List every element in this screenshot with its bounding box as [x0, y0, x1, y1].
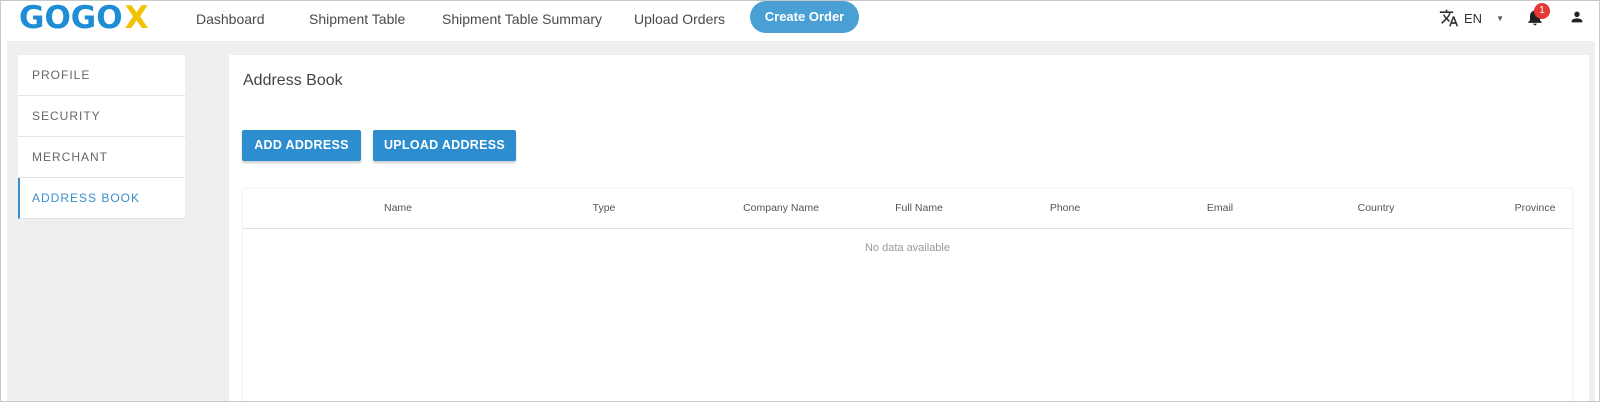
- column-header-name[interactable]: Name: [384, 202, 412, 214]
- column-header-email[interactable]: Email: [1207, 202, 1233, 214]
- user-icon[interactable]: [1569, 8, 1585, 26]
- nav-dashboard[interactable]: Dashboard: [196, 9, 265, 29]
- column-header-country[interactable]: Country: [1358, 202, 1395, 214]
- sidebar-item-profile[interactable]: PROFILE: [18, 55, 185, 96]
- nav-shipment-table-summary[interactable]: Shipment Table Summary: [442, 9, 602, 29]
- address-table: Name Type Company Name Full Name Phone E…: [243, 189, 1572, 401]
- translate-icon: [1439, 9, 1459, 27]
- upload-address-button[interactable]: UPLOAD ADDRESS: [373, 130, 516, 161]
- empty-table-message: No data available: [864, 242, 950, 254]
- column-header-company-name[interactable]: Company Name: [743, 202, 819, 214]
- column-header-full-name[interactable]: Full Name: [895, 202, 943, 214]
- column-header-type[interactable]: Type: [593, 202, 616, 214]
- page-title: Address Book: [243, 72, 343, 89]
- sidebar-item-security[interactable]: SECURITY: [18, 96, 185, 137]
- sidebar-item-address-book[interactable]: ADDRESS BOOK: [18, 178, 185, 219]
- logo-x-mark: X: [124, 0, 149, 36]
- logo-text: GOGO: [19, 0, 123, 36]
- language-selector[interactable]: EN ▼: [1439, 7, 1504, 29]
- column-header-province[interactable]: Province: [1515, 202, 1556, 214]
- create-order-button[interactable]: Create Order: [750, 1, 859, 33]
- sidebar-item-merchant[interactable]: MERCHANT: [18, 137, 185, 178]
- nav-shipment-table[interactable]: Shipment Table: [309, 9, 405, 29]
- column-header-phone[interactable]: Phone: [1050, 202, 1080, 214]
- add-address-button[interactable]: ADD ADDRESS: [242, 130, 361, 161]
- language-code: EN: [1464, 10, 1483, 26]
- app-window: GOGO X Dashboard Shipment Table Shipment…: [0, 0, 1600, 402]
- table-header: Name Type Company Name Full Name Phone E…: [243, 189, 1572, 229]
- settings-sidebar: PROFILE SECURITY MERCHANT ADDRESS BOOK: [18, 55, 185, 219]
- nav-upload-orders[interactable]: Upload Orders: [634, 9, 725, 29]
- notification-badge: 1: [1534, 3, 1550, 19]
- gogox-logo[interactable]: GOGO X: [19, 0, 149, 36]
- top-navbar: GOGO X Dashboard Shipment Table Shipment…: [1, 1, 1599, 41]
- caret-down-icon: ▼: [1496, 13, 1504, 23]
- address-book-panel: Address Book ADD ADDRESS UPLOAD ADDRESS …: [229, 55, 1589, 401]
